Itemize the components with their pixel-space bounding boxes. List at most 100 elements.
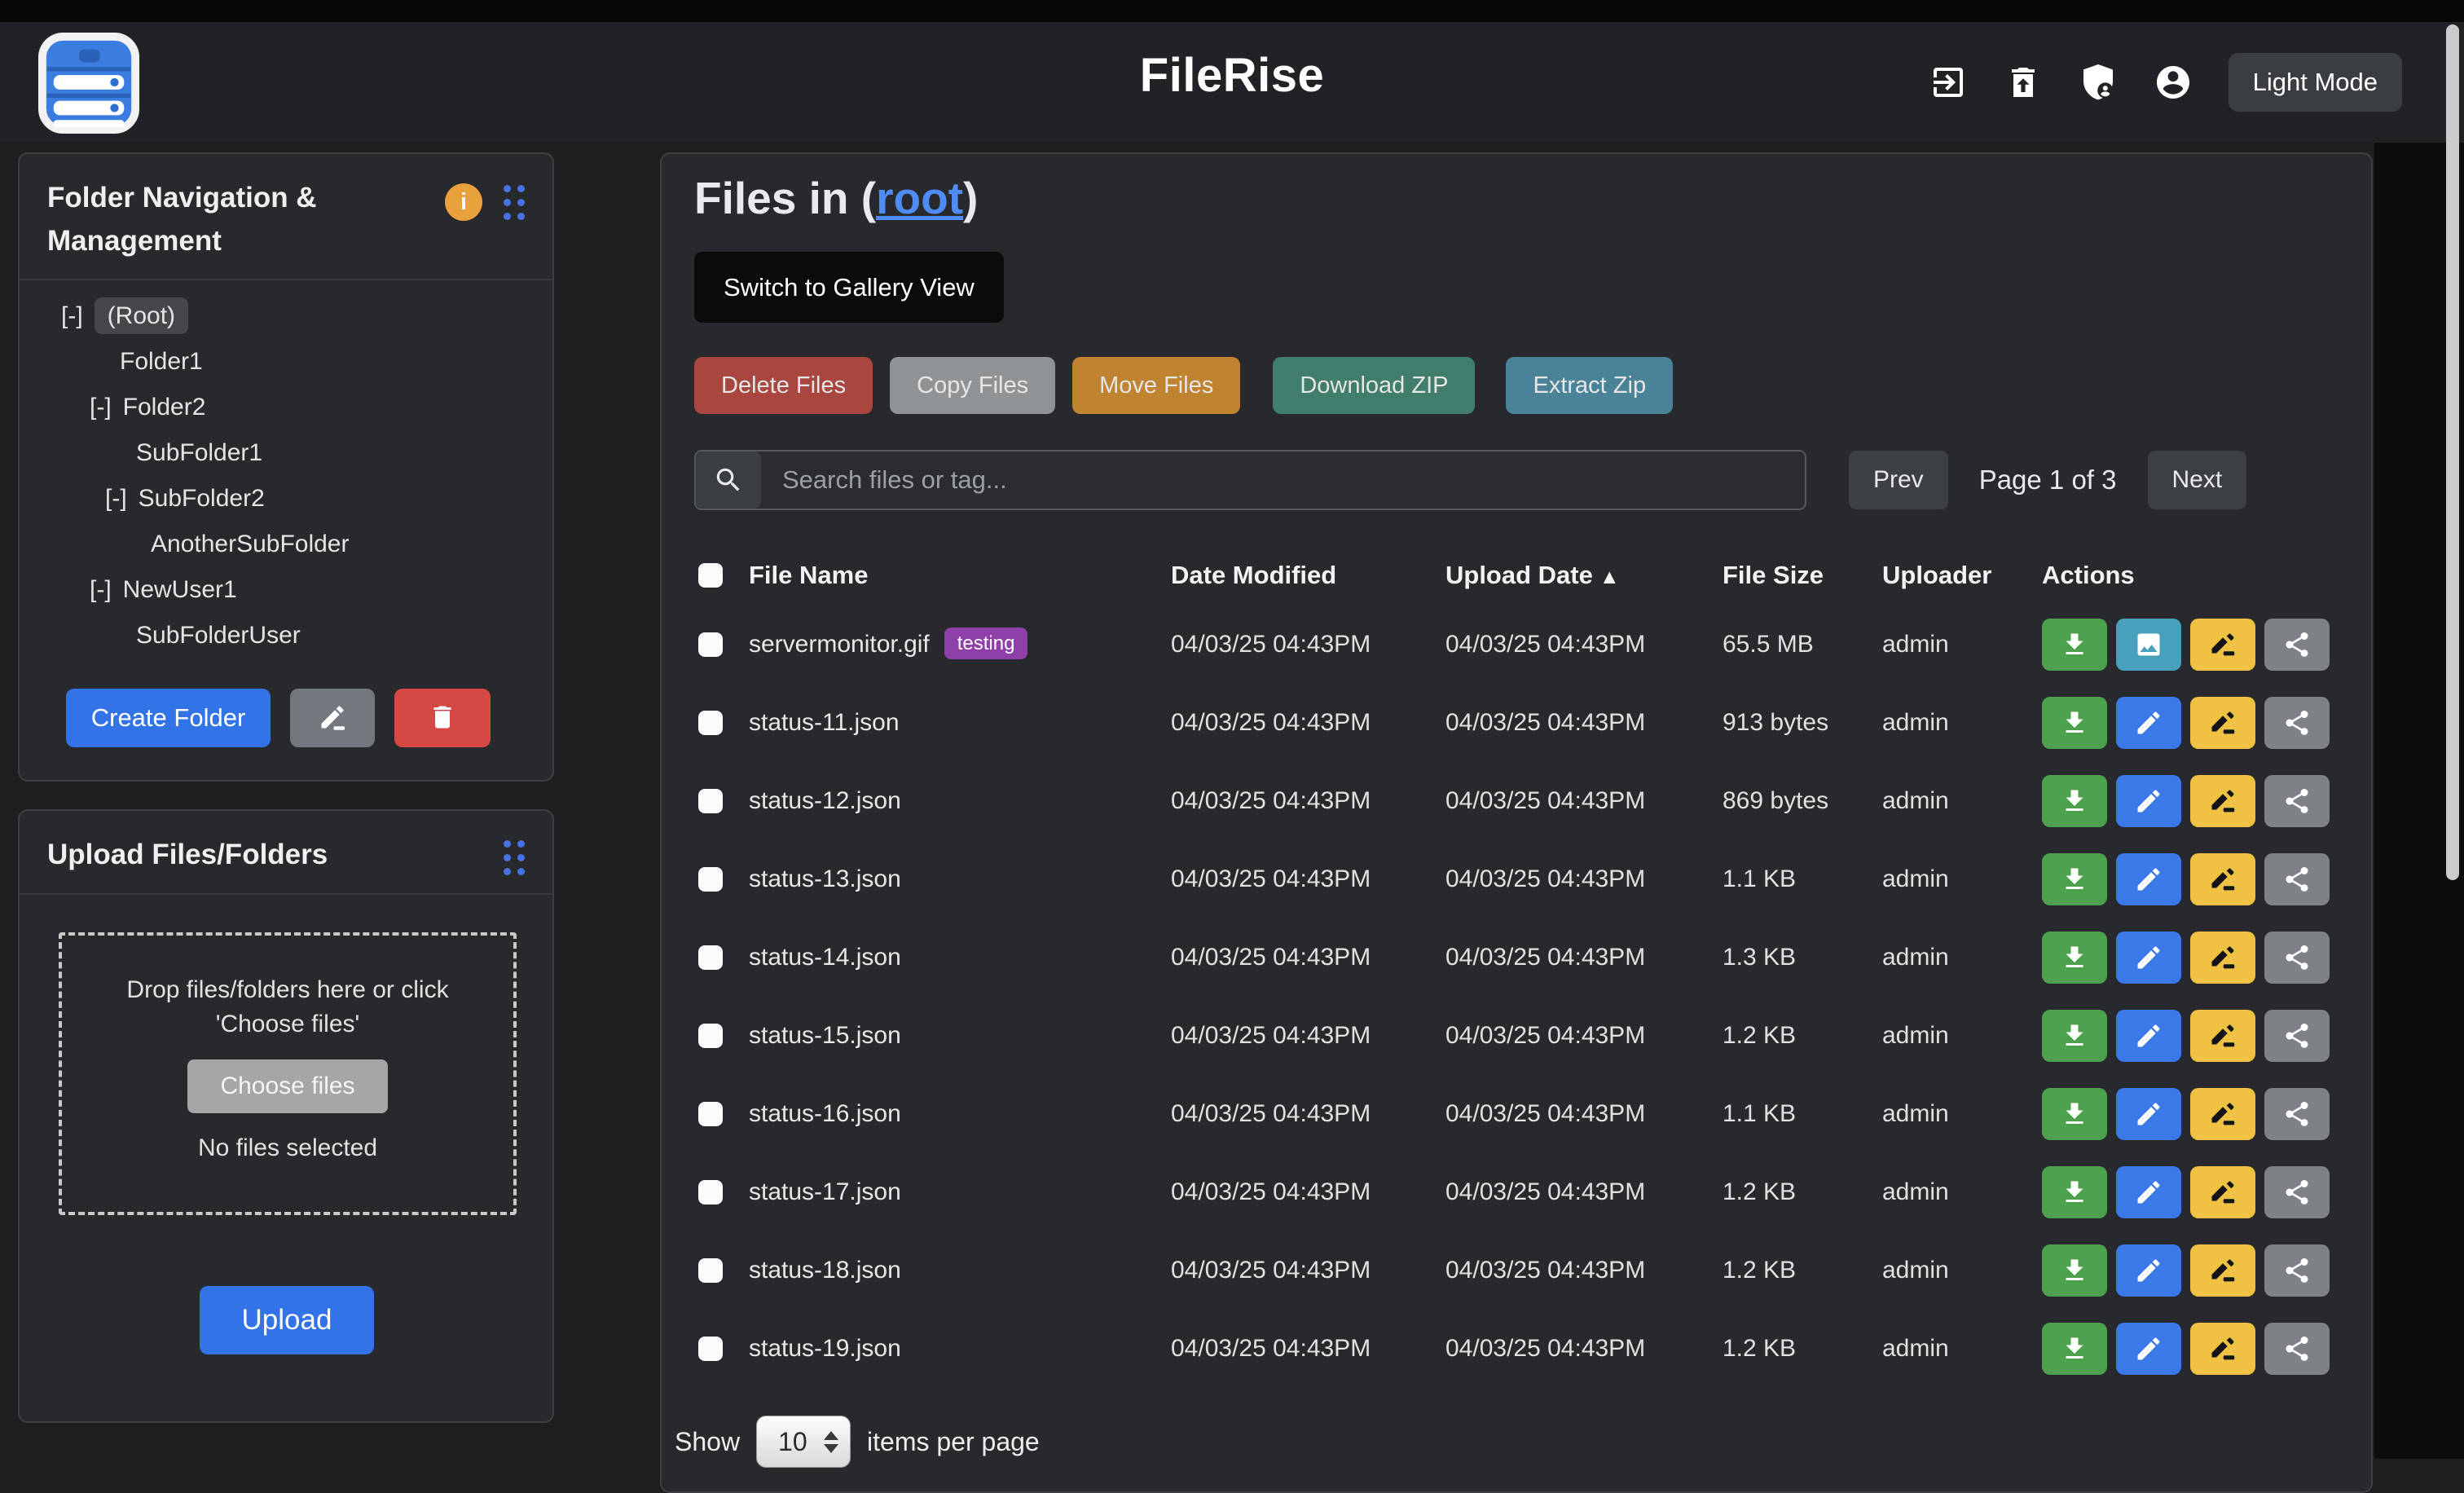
light-mode-button[interactable]: Light Mode — [2229, 53, 2402, 112]
row-checkbox[interactable] — [698, 1337, 723, 1361]
collapse-toggle[interactable]: [-] — [90, 394, 112, 421]
select-all-checkbox[interactable] — [698, 563, 723, 588]
row-checkbox[interactable] — [698, 789, 723, 813]
download-button[interactable] — [2042, 1010, 2107, 1062]
rename-button[interactable] — [2190, 1244, 2255, 1297]
column-header-size[interactable]: File Size — [1723, 561, 1882, 590]
collapse-toggle[interactable]: [-] — [61, 302, 83, 329]
tree-item-anothersubfolder[interactable]: AnotherSubFolder — [20, 522, 552, 567]
drag-handle-icon[interactable] — [504, 840, 525, 875]
row-checkbox[interactable] — [698, 945, 723, 970]
tree-item-root[interactable]: [-](Root) — [20, 293, 552, 339]
file-dropzone[interactable]: Drop files/folders here or click 'Choose… — [59, 932, 517, 1215]
share-button[interactable] — [2264, 697, 2330, 749]
preview-image-button[interactable] — [2116, 619, 2181, 671]
rename-button[interactable] — [2190, 1166, 2255, 1218]
file-name[interactable]: status-17.json — [749, 1178, 901, 1205]
file-name[interactable]: status-15.json — [749, 1022, 901, 1049]
rename-button[interactable] — [2190, 931, 2255, 984]
download-button[interactable] — [2042, 619, 2107, 671]
share-button[interactable] — [2264, 853, 2330, 905]
download-zip-button[interactable]: Download ZIP — [1273, 357, 1475, 414]
file-name[interactable]: servermonitor.gif — [749, 631, 930, 658]
row-checkbox[interactable] — [698, 1180, 723, 1205]
download-button[interactable] — [2042, 931, 2107, 984]
download-button[interactable] — [2042, 697, 2107, 749]
column-header-uploaded[interactable]: Upload Date▲ — [1445, 561, 1723, 590]
switch-gallery-view-button[interactable]: Switch to Gallery View — [694, 252, 1004, 323]
rename-button[interactable] — [2190, 1088, 2255, 1140]
rename-folder-button[interactable] — [290, 689, 375, 747]
collapse-toggle[interactable]: [-] — [105, 485, 127, 512]
tree-item-newuser1[interactable]: [-]NewUser1 — [20, 567, 552, 613]
download-button[interactable] — [2042, 775, 2107, 827]
share-button[interactable] — [2264, 1166, 2330, 1218]
rename-button[interactable] — [2190, 1010, 2255, 1062]
edit-file-button[interactable] — [2116, 931, 2181, 984]
delete-folder-button[interactable] — [394, 689, 491, 747]
rename-button[interactable] — [2190, 775, 2255, 827]
next-page-button[interactable]: Next — [2148, 451, 2247, 509]
logout-icon[interactable] — [1929, 63, 1968, 102]
download-button[interactable] — [2042, 1244, 2107, 1297]
file-name[interactable]: status-13.json — [749, 865, 901, 892]
row-checkbox[interactable] — [698, 867, 723, 892]
share-button[interactable] — [2264, 1323, 2330, 1375]
edit-file-button[interactable] — [2116, 775, 2181, 827]
drag-handle-icon[interactable] — [504, 185, 525, 220]
extract-zip-button[interactable]: Extract Zip — [1506, 357, 1673, 414]
file-name[interactable]: status-18.json — [749, 1257, 901, 1284]
tree-item-subfolder1[interactable]: SubFolder1 — [20, 430, 552, 476]
restore-trash-icon[interactable] — [2004, 63, 2043, 102]
rename-button[interactable] — [2190, 619, 2255, 671]
scrollbar-thumb[interactable] — [2446, 24, 2459, 880]
file-name[interactable]: status-14.json — [749, 944, 901, 971]
edit-file-button[interactable] — [2116, 1244, 2181, 1297]
rename-button[interactable] — [2190, 853, 2255, 905]
create-folder-button[interactable]: Create Folder — [66, 689, 271, 747]
download-button[interactable] — [2042, 1088, 2107, 1140]
delete-files-button[interactable]: Delete Files — [694, 357, 873, 414]
tree-item-subfolderuser[interactable]: SubFolderUser — [20, 613, 552, 658]
edit-file-button[interactable] — [2116, 853, 2181, 905]
rename-button[interactable] — [2190, 697, 2255, 749]
edit-file-button[interactable] — [2116, 697, 2181, 749]
tree-item-folder2[interactable]: [-]Folder2 — [20, 385, 552, 430]
share-button[interactable] — [2264, 775, 2330, 827]
row-checkbox[interactable] — [698, 632, 723, 657]
tree-item-folder1[interactable]: Folder1 — [20, 339, 552, 385]
row-checkbox[interactable] — [698, 1102, 723, 1126]
file-name[interactable]: status-12.json — [749, 787, 901, 814]
share-button[interactable] — [2264, 1244, 2330, 1297]
upload-button[interactable]: Upload — [200, 1286, 374, 1354]
search-input[interactable] — [761, 451, 1805, 509]
share-button[interactable] — [2264, 1010, 2330, 1062]
tree-item-subfolder2[interactable]: [-]SubFolder2 — [20, 476, 552, 522]
file-name[interactable]: status-19.json — [749, 1335, 901, 1362]
column-header-modified[interactable]: Date Modified — [1171, 561, 1445, 590]
edit-file-button[interactable] — [2116, 1323, 2181, 1375]
row-checkbox[interactable] — [698, 1024, 723, 1048]
prev-page-button[interactable]: Prev — [1849, 451, 1948, 509]
file-name[interactable]: status-11.json — [749, 709, 900, 736]
file-name[interactable]: status-16.json — [749, 1100, 901, 1127]
collapse-toggle[interactable]: [-] — [90, 576, 112, 603]
items-per-page-select[interactable]: 10 — [756, 1416, 851, 1468]
edit-file-button[interactable] — [2116, 1166, 2181, 1218]
column-header-name[interactable]: File Name — [749, 561, 1171, 590]
share-button[interactable] — [2264, 619, 2330, 671]
download-button[interactable] — [2042, 853, 2107, 905]
share-button[interactable] — [2264, 1088, 2330, 1140]
row-checkbox[interactable] — [698, 1258, 723, 1283]
info-icon[interactable]: i — [445, 183, 482, 221]
edit-file-button[interactable] — [2116, 1088, 2181, 1140]
column-header-uploader[interactable]: Uploader — [1882, 561, 2042, 590]
choose-files-button[interactable]: Choose files — [187, 1059, 387, 1113]
rename-button[interactable] — [2190, 1323, 2255, 1375]
root-folder-link[interactable]: root — [876, 173, 963, 223]
download-button[interactable] — [2042, 1166, 2107, 1218]
download-button[interactable] — [2042, 1323, 2107, 1375]
row-checkbox[interactable] — [698, 711, 723, 735]
share-button[interactable] — [2264, 931, 2330, 984]
move-files-button[interactable]: Move Files — [1072, 357, 1240, 414]
